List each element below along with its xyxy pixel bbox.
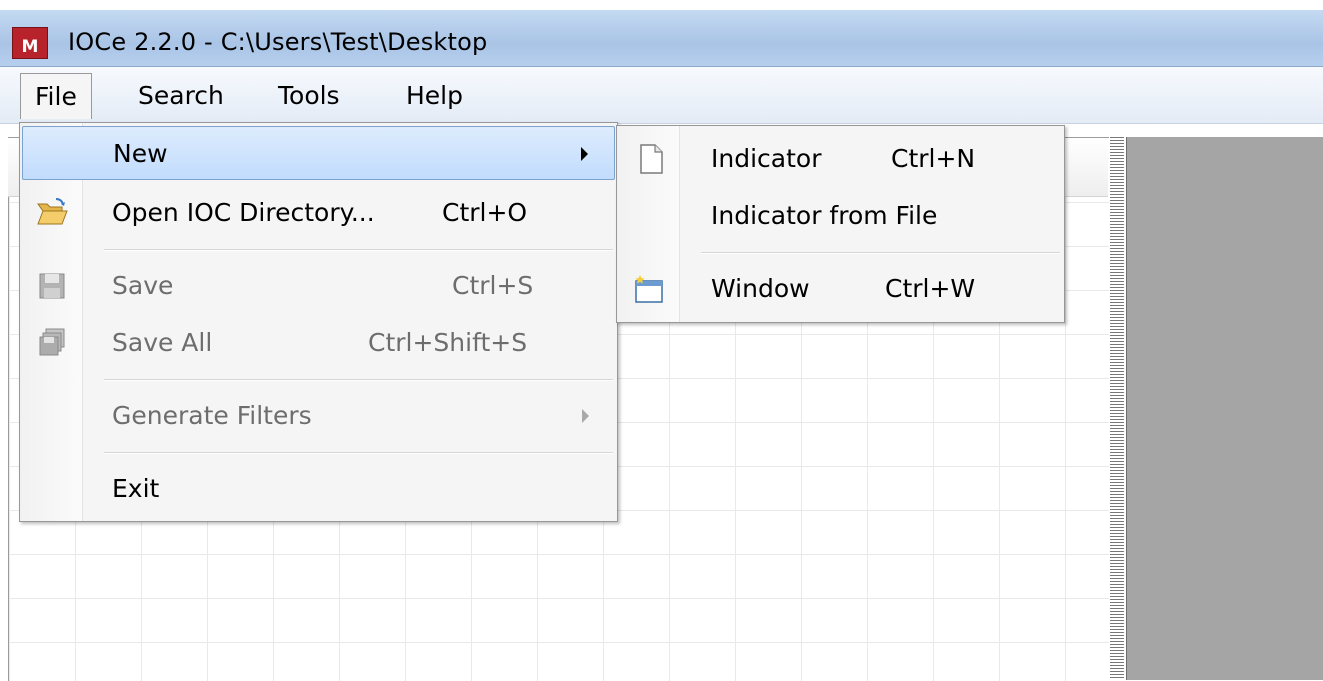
menu-separator [104,379,613,381]
menu-tools[interactable]: Tools [264,73,354,119]
menu-item-label: Window [711,274,810,303]
menu-item-indicator[interactable]: Indicator Ctrl+N [619,132,1062,186]
menu-item-label: Indicator from File [711,201,938,230]
menu-item-save[interactable]: Save Ctrl+S [22,259,615,313]
save-icon [39,273,65,299]
submenu-arrow-icon [581,147,588,161]
menu-help[interactable]: Help [392,73,477,119]
menu-item-exit[interactable]: Exit [22,462,615,516]
menu-item-shortcut: Ctrl+Shift+S [368,328,528,357]
menu-separator [104,452,613,454]
menu-item-label: Indicator [711,144,822,173]
menu-item-window[interactable]: Window Ctrl+W [619,262,1062,316]
submenu-arrow-icon [582,409,589,423]
menu-item-label: Save All [112,328,213,357]
title-bar: M IOCe 2.2.0 - C:\Users\Test\Desktop [0,10,1323,67]
new-document-icon [640,144,663,174]
menu-item-label: Open IOC Directory... [112,198,375,227]
pane-splitter[interactable] [1110,137,1124,680]
save-all-icon [39,328,65,356]
folder-open-icon [37,198,68,225]
menu-item-label: New [113,139,168,168]
menu-item-shortcut: Ctrl+S [452,271,534,300]
right-pane [1126,137,1323,680]
menu-separator [104,249,613,251]
menu-item-label: Save [112,271,174,300]
menu-item-shortcut: Ctrl+O [442,198,528,227]
new-window-icon [635,275,663,303]
menu-bar: File Search Tools Help [0,67,1323,124]
window-title: IOCe 2.2.0 - C:\Users\Test\Desktop [68,28,488,56]
new-submenu: Indicator Ctrl+N Indicator from File Win… [616,125,1065,323]
menu-file[interactable]: File [20,73,92,119]
menu-separator [701,252,1060,254]
menu-item-shortcut: Ctrl+W [885,274,976,303]
file-menu: New Open IOC Directory... Ctrl+O Save Ct… [19,122,618,522]
menu-search[interactable]: Search [124,73,238,119]
menu-item-label: Generate Filters [112,401,312,430]
menu-item-indicator-from-file[interactable]: Indicator from File [619,189,1062,243]
menu-item-shortcut: Ctrl+N [891,144,976,173]
app-logo-icon: M [12,27,48,59]
menu-item-new[interactable]: New [22,126,615,180]
menu-item-label: Exit [112,474,160,503]
menu-item-open-ioc-directory[interactable]: Open IOC Directory... Ctrl+O [22,186,615,240]
menu-item-save-all[interactable]: Save All Ctrl+Shift+S [22,316,615,370]
menu-item-generate-filters[interactable]: Generate Filters [22,389,615,443]
